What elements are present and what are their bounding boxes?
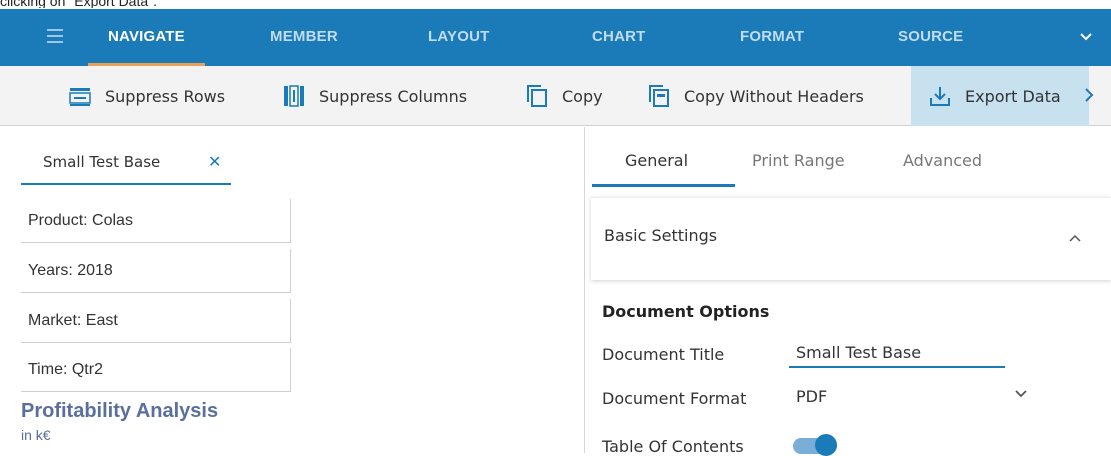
instruction-caption: clicking on "Export Data". <box>0 0 158 8</box>
report-subtitle: in k€ <box>21 427 51 443</box>
copy-without-headers-icon <box>649 85 669 107</box>
chevron-up-icon[interactable] <box>1069 233 1081 243</box>
pov-years[interactable]: Years: 2018 <box>21 249 291 293</box>
close-icon[interactable]: ✕ <box>208 127 221 197</box>
chevron-down-icon[interactable] <box>1014 389 1028 399</box>
document-format-label: Document Format <box>602 389 747 408</box>
table-of-contents-label: Table Of Contents <box>602 437 744 456</box>
suppress-rows-button[interactable]: Suppress Rows <box>69 66 225 126</box>
suppress-columns-label: Suppress Columns <box>319 86 468 106</box>
report-title: Profitability Analysis <box>21 400 219 422</box>
menu-icon[interactable] <box>47 29 63 43</box>
document-title-label: Document Title <box>602 345 725 364</box>
document-title-input[interactable] <box>789 338 1005 368</box>
suppress-rows-icon <box>69 88 91 106</box>
basic-settings-panel[interactable]: Basic Settings <box>591 197 1111 280</box>
tab-general[interactable]: General <box>625 127 688 187</box>
top-nav-bar: NAVIGATE MEMBER LAYOUT CHART FORMAT SOUR… <box>0 9 1111 66</box>
chevron-down-icon[interactable] <box>1079 29 1093 43</box>
suppress-columns-button[interactable]: Suppress Columns <box>283 66 467 126</box>
suppress-rows-label: Suppress Rows <box>105 86 226 106</box>
copy-icon <box>527 85 547 107</box>
tab-layout[interactable]: LAYOUT <box>428 9 490 66</box>
basic-settings-label: Basic Settings <box>604 226 718 245</box>
pov-time[interactable]: Time: Qtr2 <box>21 348 291 392</box>
report-pane: Small Test Base ✕ Product: Colas Years: … <box>0 127 584 453</box>
tab-navigate[interactable]: NAVIGATE <box>88 9 205 66</box>
suppress-columns-icon <box>284 85 304 107</box>
pov-market[interactable]: Market: East <box>21 299 291 343</box>
document-tab-label: Small Test Base <box>43 153 161 171</box>
copy-without-headers-label: Copy Without Headers <box>684 86 864 106</box>
chevron-right-icon[interactable] <box>1082 86 1096 104</box>
tab-source[interactable]: SOURCE <box>898 9 963 66</box>
export-settings-pane: General Print Range Advanced Basic Setti… <box>585 127 1111 456</box>
tab-advanced[interactable]: Advanced <box>903 127 982 187</box>
document-options-heading: Document Options <box>602 302 770 321</box>
export-icon <box>930 87 950 106</box>
export-data-button[interactable]: Export Data <box>911 66 1089 126</box>
active-tab-indicator <box>592 184 735 187</box>
copy-without-headers-button[interactable]: Copy Without Headers <box>648 66 864 126</box>
document-tab[interactable]: Small Test Base ✕ <box>21 127 231 185</box>
ribbon-toolbar: Suppress Rows Suppress Columns Copy Copy… <box>0 66 1111 126</box>
export-data-label: Export Data <box>965 86 1061 106</box>
tab-chart[interactable]: CHART <box>592 9 646 66</box>
document-format-select[interactable]: PDF <box>796 387 827 406</box>
tab-member[interactable]: MEMBER <box>270 9 338 66</box>
pov-product[interactable]: Product: Colas <box>21 199 291 243</box>
tab-print-range[interactable]: Print Range <box>752 127 845 187</box>
copy-button[interactable]: Copy <box>526 66 603 126</box>
copy-label: Copy <box>562 86 603 106</box>
tab-format[interactable]: FORMAT <box>740 9 804 66</box>
